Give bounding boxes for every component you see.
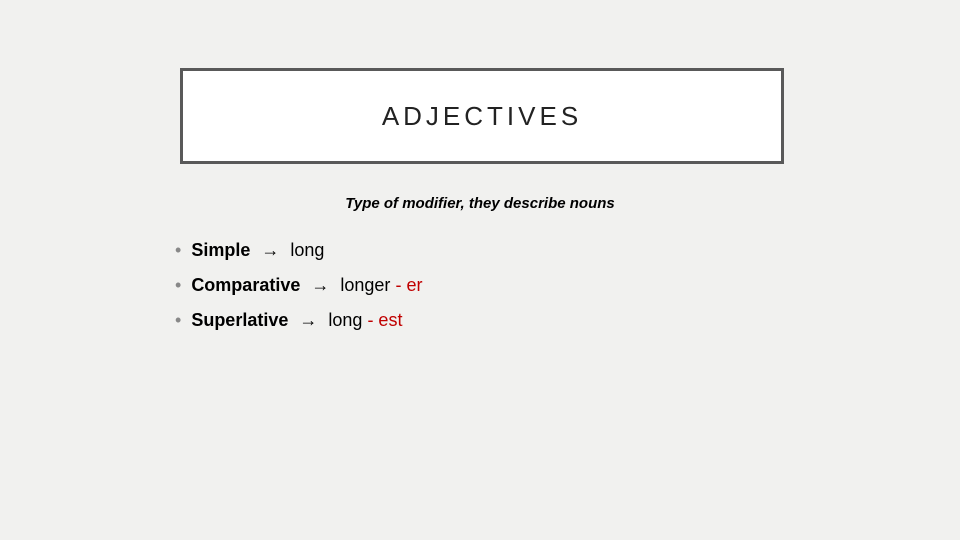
adjective-form-term: Superlative <box>191 310 288 330</box>
adjective-example: longer <box>340 275 390 295</box>
adjective-example: long <box>290 240 324 260</box>
adjective-form-term: Comparative <box>191 275 300 295</box>
list-item: • Simple → long <box>175 240 422 261</box>
bullet-icon: • <box>175 276 181 294</box>
slide-subtitle: Type of modifier, they describe nouns <box>0 195 960 212</box>
bullet-list: • Simple → long • Comparative → longer -… <box>175 240 422 345</box>
slide: ADJECTIVES Type of modifier, they descri… <box>0 0 960 540</box>
arrow-icon: → <box>311 275 329 295</box>
adjective-example: long <box>328 310 362 330</box>
slide-title: ADJECTIVES <box>382 101 582 132</box>
adjective-form-term: Simple <box>191 240 250 260</box>
bullet-icon: • <box>175 311 181 329</box>
title-box: ADJECTIVES <box>180 68 784 164</box>
arrow-icon: → <box>299 310 317 330</box>
bullet-icon: • <box>175 241 181 259</box>
adjective-suffix: - est <box>367 310 402 330</box>
list-item: • Comparative → longer - er <box>175 275 422 296</box>
adjective-suffix: - er <box>395 275 422 295</box>
arrow-icon: → <box>261 240 279 260</box>
list-item: • Superlative → long - est <box>175 310 422 331</box>
